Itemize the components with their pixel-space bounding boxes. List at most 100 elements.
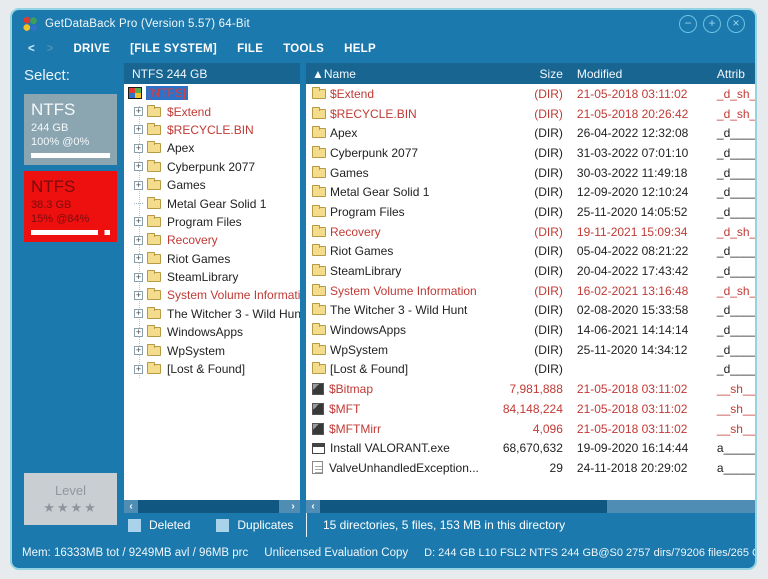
- folder-icon: [312, 204, 326, 217]
- folder-icon: [147, 141, 161, 154]
- expand-plus-icon[interactable]: +: [134, 254, 143, 264]
- legend: Deleted Duplicates: [124, 518, 306, 532]
- minimize-button[interactable]: −: [679, 15, 697, 33]
- file-row[interactable]: ValveUnhandledException... 29 24-11-2018 2…: [306, 458, 755, 478]
- tree-item-label: The Witcher 3 - Wild Hunt: [167, 306, 300, 321]
- menu-item-filesystem[interactable]: [FILE SYSTEM]: [130, 43, 217, 55]
- file-row[interactable]: Program Files (DIR) 25-11-2020 14:05:52 _d_…: [306, 202, 755, 222]
- file-name-cell: Install VALORANT.exe: [306, 441, 479, 455]
- tree-item[interactable]: + Cyberpunk 2077: [124, 158, 300, 176]
- tree-item[interactable]: + Recovery: [124, 231, 300, 249]
- folder-icon: [312, 244, 326, 257]
- tree-item[interactable]: Metal Gear Solid 1: [124, 194, 300, 212]
- tree-item[interactable]: + $RECYCLE.BIN: [124, 121, 300, 139]
- file-row[interactable]: WindowsApps (DIR) 14-06-2021 14:14:14 _d___…: [306, 320, 755, 340]
- file-row[interactable]: $Bitmap 7,981,888 21-05-2018 03:11:02 __sh_…: [306, 379, 757, 399]
- scroll-right-icon[interactable]: ›: [286, 500, 300, 513]
- file-row[interactable]: Games (DIR) 30-03-2022 11:49:18 _d____: [306, 163, 755, 183]
- list-scrollbar-thumb[interactable]: [320, 500, 607, 513]
- expand-plus-icon[interactable]: +: [134, 327, 143, 337]
- expand-plus-icon[interactable]: +: [134, 272, 143, 282]
- column-header-name[interactable]: ▲Name: [306, 67, 479, 81]
- tree-item[interactable]: + $Extend: [124, 102, 300, 120]
- menu-item-tools[interactable]: TOOLS: [283, 43, 324, 55]
- tree-item[interactable]: + [Lost & Found]: [124, 360, 300, 378]
- file-row[interactable]: $RECYCLE.BIN (DIR) 21-05-2018 20:26:42 _d_s…: [306, 104, 755, 124]
- expand-plus-icon[interactable]: +: [134, 309, 143, 319]
- tree-item[interactable]: + The Witcher 3 - Wild Hunt: [124, 305, 300, 323]
- file-row[interactable]: Metal Gear Solid 1 (DIR) 12-09-2020 12:10:…: [306, 182, 755, 202]
- file-list: $Extend(DIR)21-05-2018 03:11:02_d_sh__$R…: [306, 84, 757, 500]
- level-box[interactable]: Level ★★★★: [24, 473, 117, 525]
- file-row[interactable]: Recovery (DIR) 19-11-2021 15:09:34 _d_sh__: [306, 222, 755, 242]
- list-horizontal-scrollbar[interactable]: ‹ ›: [306, 500, 756, 513]
- back-arrow-icon[interactable]: <: [28, 43, 35, 55]
- tree-item[interactable]: + Riot Games: [124, 250, 300, 268]
- expand-plus-icon[interactable]: +: [134, 107, 143, 117]
- scroll-left-icon[interactable]: ‹: [124, 500, 138, 513]
- folder-icon: [147, 178, 161, 191]
- partition-card[interactable]: NTFS 244 GB 100% @0%: [24, 94, 117, 165]
- menu-item-help[interactable]: HELP: [344, 43, 376, 55]
- forward-arrow-icon[interactable]: >: [47, 43, 54, 55]
- file-row[interactable]: Install VALORANT.exe 68,670,632 19-09-2020…: [306, 438, 757, 458]
- tree-scrollbar-track[interactable]: [279, 500, 286, 513]
- file-row[interactable]: $MFTMirr 4,096 21-05-2018 03:11:02 __sh__: [306, 419, 755, 439]
- file-attrib-cell: a_____: [716, 441, 757, 456]
- list-scrollbar-track[interactable]: [607, 500, 755, 513]
- tree-item[interactable]: + WindowsApps: [124, 323, 300, 341]
- scroll-right-icon[interactable]: ›: [755, 500, 756, 513]
- expand-plus-icon[interactable]: +: [134, 217, 143, 227]
- directory-status-text: 15 directories, 5 files, 153 MB in this …: [306, 513, 755, 537]
- menu-item-drive[interactable]: DRIVE: [73, 43, 110, 55]
- file-row[interactable]: Apex (DIR) 26-04-2022 12:32:08 _d____: [306, 123, 755, 143]
- folder-icon: [312, 185, 326, 198]
- expand-plus-icon[interactable]: +: [134, 143, 143, 153]
- column-header-size[interactable]: Size: [479, 67, 567, 81]
- maximize-button[interactable]: +: [703, 15, 721, 33]
- tree-item-label: WpSystem: [167, 343, 226, 358]
- tree-item[interactable]: [NTFS]: [124, 84, 300, 102]
- expand-plus-icon[interactable]: +: [134, 235, 143, 245]
- tree-item[interactable]: + WpSystem: [124, 341, 300, 359]
- expand-plus-icon[interactable]: +: [134, 180, 143, 190]
- file-size-cell: 68,670,632: [502, 441, 563, 456]
- folder-icon: [147, 270, 161, 283]
- file-modified-cell: 24-11-2018 20:29:02: [576, 460, 688, 475]
- sysfile-icon: [312, 383, 324, 396]
- column-header-modified[interactable]: Modified: [567, 67, 707, 81]
- file-attrib-cell: __sh__: [716, 382, 757, 397]
- duplicates-legend-swatch: [216, 518, 230, 532]
- file-size-cell: (DIR): [534, 145, 563, 160]
- tree-item[interactable]: + SteamLibrary: [124, 268, 300, 286]
- file-row[interactable]: WpSystem (DIR) 25-11-2020 14:34:12 _d____: [306, 340, 755, 360]
- menu-item-file[interactable]: FILE: [237, 43, 263, 55]
- partition-size: 244 GB: [31, 122, 69, 134]
- file-row[interactable]: [Lost & Found] (DIR) _d____: [306, 360, 755, 380]
- tree-item[interactable]: + Apex: [124, 139, 300, 157]
- expand-plus-icon[interactable]: +: [134, 346, 143, 356]
- file-row[interactable]: SteamLibrary (DIR) 20-04-2022 17:43:42 _d__…: [306, 261, 755, 281]
- expand-plus-icon[interactable]: +: [134, 125, 143, 135]
- scroll-left-icon[interactable]: ‹: [306, 500, 320, 513]
- tree-item[interactable]: + Games: [124, 176, 300, 194]
- expand-plus-icon[interactable]: +: [134, 364, 143, 374]
- column-header-attrib[interactable]: Attrib: [707, 67, 755, 81]
- tree-item[interactable]: + Program Files: [124, 213, 300, 231]
- file-name-cell: Program Files: [306, 204, 479, 219]
- expand-plus-icon[interactable]: +: [134, 162, 143, 172]
- tree-item[interactable]: + System Volume Information: [124, 286, 300, 304]
- tree-scrollbar-thumb[interactable]: [138, 500, 279, 513]
- partition-card[interactable]: NTFS 38.3 GB 15% @84%: [24, 171, 117, 242]
- file-row[interactable]: System Volume Information (DIR) 16-02-2021…: [306, 281, 755, 301]
- file-row[interactable]: $MFT 84,148,224 21-05-2018 03:11:02 __sh__: [306, 399, 755, 419]
- file-row[interactable]: Riot Games (DIR) 05-04-2022 08:21:22 _d____: [306, 242, 755, 262]
- tree-horizontal-scrollbar[interactable]: ‹ ›: [124, 500, 300, 513]
- file-row[interactable]: The Witcher 3 - Wild Hunt (DIR) 02-08-2020…: [306, 301, 755, 321]
- close-button[interactable]: ×: [727, 15, 745, 33]
- folder-icon: [147, 306, 161, 319]
- file-row[interactable]: $Extend (DIR) 21-05-2018 03:11:02 _d_sh__: [306, 84, 755, 104]
- file-row[interactable]: Cyberpunk 2077 (DIR) 31-03-2022 07:01:10 _d…: [306, 143, 755, 163]
- tree-item-label: Riot Games: [167, 251, 231, 266]
- expand-plus-icon[interactable]: +: [134, 290, 143, 300]
